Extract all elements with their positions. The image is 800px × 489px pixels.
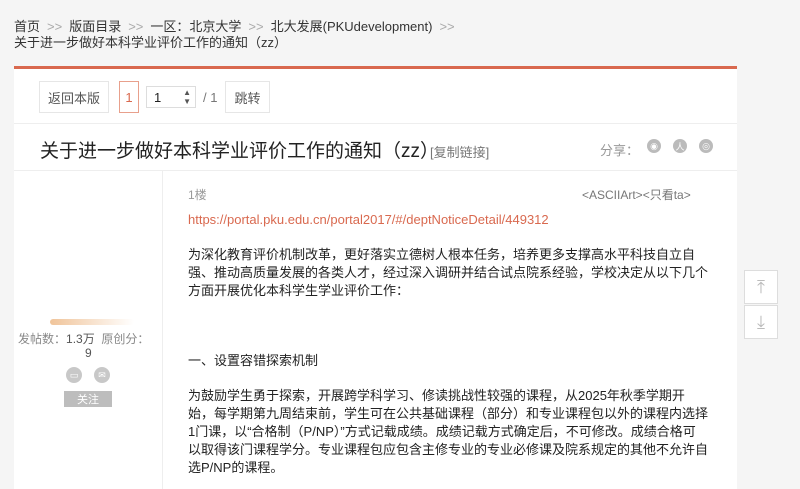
page-total: / 1	[203, 89, 218, 105]
notice-link[interactable]: https://portal.pku.edu.cn/portal2017/#/d…	[188, 212, 549, 227]
douban-icon[interactable]: ◎	[699, 139, 713, 153]
breadcrumb-separator: >>	[47, 19, 63, 34]
jump-button[interactable]: 跳转	[225, 81, 270, 113]
follow-button[interactable]: 关注	[64, 391, 112, 407]
column-divider	[162, 170, 163, 489]
post-card: 返回本版 1 1 ▲ ▼ / 1 跳转 关于进一步做好本科学业评价工作的通知（zz…	[14, 66, 737, 489]
floor-number: 1楼	[188, 188, 207, 202]
page-input-value: 1	[154, 89, 162, 105]
page-input[interactable]: 1 ▲ ▼	[146, 86, 197, 108]
copy-link-button[interactable]: [复制链接]	[430, 142, 489, 161]
back-to-board-button[interactable]: 返回本版	[39, 81, 110, 113]
avatar-edge	[50, 319, 134, 325]
breadcrumb-board-list[interactable]: 版面目录	[69, 19, 121, 34]
original-value: 9	[85, 346, 92, 360]
post-ops-links[interactable]: <ASCIIArt><只看ta>	[582, 186, 691, 203]
mail-icon[interactable]: ✉	[94, 367, 110, 383]
breadcrumb-separator: >>	[439, 19, 455, 34]
share-icons: ◉ 人 ◎	[647, 139, 713, 153]
post-intro: 为深化教育评价机制改革，更好落实立德树人根本任务，培养更多支撑高水平科技自立自强…	[188, 247, 709, 298]
divider	[14, 123, 737, 124]
renren-icon[interactable]: 人	[673, 139, 687, 153]
breadcrumb-board[interactable]: 北大发展(PKUdevelopment)	[271, 19, 433, 34]
user-column: 发帖数：1.3万 原创分： 9 ▭ ✉ 关注	[14, 171, 162, 489]
post-paragraph: 为鼓励学生勇于探索，开展跨学科学习、修读挑战性较强的课程，从2025年秋季学期开…	[188, 388, 709, 475]
scroll-to-bottom-button[interactable]: ⤓	[744, 305, 778, 339]
pager: 返回本版 1 1 ▲ ▼ / 1 跳转	[39, 81, 270, 113]
user-stats: 发帖数：1.3万 原创分：	[18, 330, 149, 347]
post-title: 关于进一步做好本科学业评价工作的通知（zz）	[40, 141, 440, 162]
posts-label: 发帖数：	[18, 332, 67, 346]
original-label: 原创分：	[101, 332, 150, 346]
breadcrumb-separator: >>	[248, 19, 264, 34]
breadcrumb-separator: >>	[128, 19, 144, 34]
posts-value: 1.3万	[66, 332, 95, 346]
breadcrumb-home[interactable]: 首页	[14, 19, 40, 34]
arrow-up-icon: ⤒	[757, 276, 765, 297]
breadcrumb-section[interactable]: 一区：北京大学	[150, 19, 241, 34]
spinner-icon[interactable]: ▲ ▼	[183, 88, 191, 106]
current-page-button[interactable]: 1	[119, 81, 140, 113]
scroll-to-top-button[interactable]: ⤒	[744, 270, 778, 304]
breadcrumb: 首页 >> 版面目录 >> 一区：北京大学 >> 北大发展(PKUdevelopment) >…	[14, 19, 734, 51]
avatar[interactable]	[14, 181, 162, 281]
weibo-icon[interactable]: ◉	[647, 139, 661, 153]
user-action-icons: ▭ ✉	[66, 367, 110, 383]
breadcrumb-current: 关于进一步做好本科学业评价工作的通知（zz）	[14, 35, 288, 50]
arrow-down-icon: ⤓	[757, 311, 765, 332]
section-heading: 一、设置容错探索机制	[188, 353, 319, 368]
share-label: 分享：	[600, 143, 640, 158]
chat-icon[interactable]: ▭	[66, 367, 82, 383]
